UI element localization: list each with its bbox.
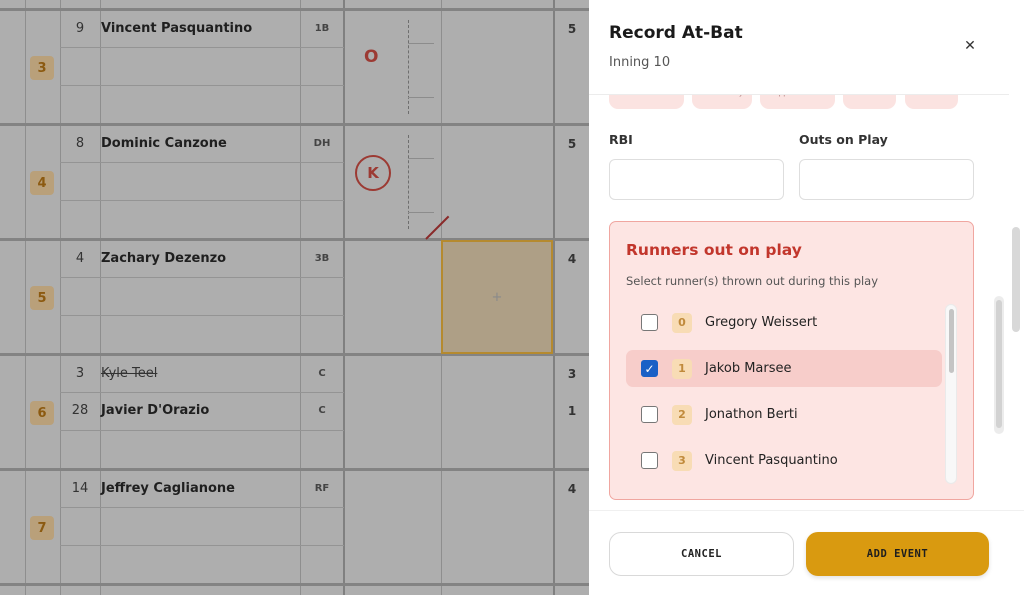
batter-position: 1B: [314, 23, 330, 34]
active-at-bat-cell[interactable]: +: [441, 240, 553, 354]
runner-option[interactable]: 3 Vincent Pasquantino: [626, 442, 942, 479]
batter-name-substituted[interactable]: Kyle Teel: [101, 366, 157, 381]
grid-line: [343, 0, 345, 595]
record-at-bat-panel: Fielder's Choice Sacrifice Fly Dropped 3…: [589, 0, 1024, 595]
grid-line: [553, 0, 555, 595]
plus-icon: +: [491, 289, 503, 305]
runner-base-badge: 0: [672, 312, 692, 333]
rbi-label: RBI: [609, 132, 633, 147]
batter-name[interactable]: Javier D'Orazio: [101, 403, 209, 418]
grid-line: [0, 468, 589, 471]
inning-badge: 3: [30, 56, 54, 80]
grid-line: [100, 0, 101, 595]
at-bat-result-out[interactable]: O: [364, 47, 378, 67]
grid-line: [0, 123, 589, 126]
inning-badge: 5: [30, 286, 54, 310]
grid-line: [60, 507, 344, 508]
runner-option[interactable]: ✓ 1 Jakob Marsee: [626, 350, 942, 387]
grid-line: [25, 0, 26, 595]
grid-line: [60, 162, 344, 163]
batter-name[interactable]: Zachary Dezenzo: [101, 251, 226, 266]
panel-footer: CANCEL ADD EVENT: [589, 510, 1024, 595]
scrollbar-thumb[interactable]: [949, 309, 954, 373]
batter-count: 5: [567, 137, 577, 151]
grid-line: [60, 545, 344, 546]
scoresheet: 3 4 5 6 7 9 Vincent Pasquantino 1B 5 8 D…: [0, 0, 589, 595]
batter-number: 9: [75, 21, 85, 36]
batter-count: 1: [567, 404, 577, 418]
batter-position: RF: [314, 483, 330, 494]
runner-checkbox[interactable]: [641, 314, 658, 331]
batter-number: 3: [75, 366, 85, 381]
runner-base-badge: 1: [672, 358, 692, 379]
runner-base-badge: 2: [672, 404, 692, 425]
panel-subtitle: Inning 10: [609, 55, 671, 70]
batter-name[interactable]: Jeffrey Caglianone: [101, 481, 235, 496]
runner-option[interactable]: 0 Gregory Weissert: [626, 304, 942, 341]
runners-out-section: Runners out on play Select runner(s) thr…: [609, 221, 974, 500]
runner-checkbox[interactable]: [641, 406, 658, 423]
runner-name: Vincent Pasquantino: [705, 453, 838, 468]
inning-end-slash: [425, 215, 450, 240]
batter-position: DH: [313, 138, 331, 149]
inning-badge: 6: [30, 401, 54, 425]
runner-list-scrollbar[interactable]: [945, 304, 957, 484]
diamond-tick: [408, 158, 434, 159]
runner-name: Gregory Weissert: [705, 315, 818, 330]
batter-number: 28: [71, 403, 89, 418]
checkmark-icon: ✓: [644, 361, 655, 376]
runners-out-title: Runners out on play: [626, 241, 802, 259]
batter-position: 3B: [314, 253, 330, 264]
grid-line: [60, 85, 344, 86]
batter-count: 5: [567, 22, 577, 36]
diamond-tick: [408, 97, 434, 98]
grid-line: [0, 8, 589, 11]
runner-name: Jakob Marsee: [705, 361, 792, 376]
panel-scrollbar[interactable]: [994, 296, 1004, 434]
at-bat-result-strikeout[interactable]: K: [355, 155, 391, 191]
runner-checkbox[interactable]: [641, 452, 658, 469]
runner-checkbox-checked[interactable]: ✓: [641, 360, 658, 377]
outs-on-play-input[interactable]: [799, 159, 974, 200]
grid-line: [60, 315, 344, 316]
runner-base-badge: 3: [672, 450, 692, 471]
batter-count: 4: [567, 252, 577, 266]
runner-option[interactable]: 2 Jonathon Berti: [626, 396, 942, 433]
window-scrollbar[interactable]: [1012, 227, 1020, 332]
grid-line: [60, 392, 344, 393]
batter-number: 8: [75, 136, 85, 151]
batter-name[interactable]: Vincent Pasquantino: [101, 21, 252, 36]
grid-line: [60, 200, 344, 201]
grid-line: [60, 47, 344, 48]
runner-name: Jonathon Berti: [705, 407, 798, 422]
grid-line: [300, 0, 301, 595]
batter-number: 14: [71, 481, 89, 496]
batter-number: 4: [75, 251, 85, 266]
inning-badge: 4: [30, 171, 54, 195]
close-icon[interactable]: ✕: [960, 36, 980, 56]
inning-badge: 7: [30, 516, 54, 540]
batter-position: C: [318, 368, 326, 379]
grid-line: [60, 0, 61, 595]
runners-out-help-text: Select runner(s) thrown out during this …: [626, 274, 879, 288]
panel-title: Record At-Bat: [609, 23, 743, 43]
outs-on-play-label: Outs on Play: [799, 132, 888, 147]
batter-count: 3: [567, 367, 577, 381]
diamond-tick: [408, 212, 434, 213]
batter-count: 4: [567, 482, 577, 496]
grid-line: [0, 583, 589, 586]
diamond-tick: [408, 43, 434, 44]
scrollbar-thumb[interactable]: [996, 300, 1002, 428]
grid-line: [60, 277, 344, 278]
rbi-input[interactable]: [609, 159, 784, 200]
add-event-button[interactable]: ADD EVENT: [806, 532, 989, 576]
diamond-dashed-line: [408, 135, 409, 229]
batter-name[interactable]: Dominic Canzone: [101, 136, 227, 151]
panel-header: Record At-Bat Inning 10 ✕: [589, 0, 1009, 95]
grid-line: [60, 430, 344, 431]
batter-position: C: [318, 405, 326, 416]
diamond-dashed-line: [408, 20, 409, 114]
cancel-button[interactable]: CANCEL: [609, 532, 794, 576]
